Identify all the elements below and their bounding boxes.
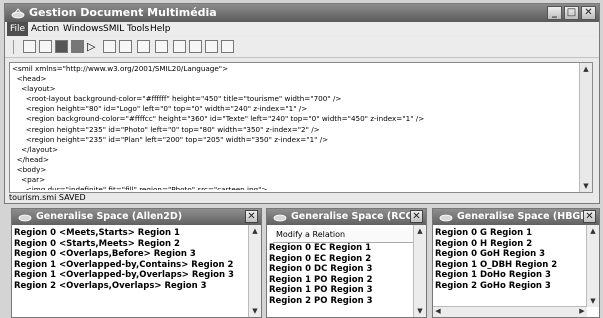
list-item[interactable]: Region 0 DC Region 3 bbox=[269, 264, 412, 275]
list-item[interactable]: Region 1 PO Region 3 bbox=[269, 285, 412, 296]
scroll-left-icon[interactable]: ◀ bbox=[433, 306, 443, 316]
menu-file[interactable]: File bbox=[7, 22, 29, 36]
rcc-panel: Generalise Space (RCC) ✕ Modify a Relati… bbox=[266, 208, 427, 318]
close-button[interactable]: ✕ bbox=[581, 6, 596, 20]
modify-relation-menu[interactable]: Modify a Relation bbox=[273, 228, 416, 243]
list-item[interactable]: Region 1 PO Region 2 bbox=[269, 275, 412, 286]
menu-action[interactable]: Action bbox=[31, 24, 59, 34]
network-icon[interactable] bbox=[137, 40, 150, 53]
app-logo-icon bbox=[273, 214, 287, 222]
scroll-up-icon[interactable]: ▲ bbox=[580, 63, 592, 75]
code-line: <head> bbox=[12, 74, 47, 84]
list-item[interactable]: Region 0 GoH Region 3 bbox=[435, 249, 585, 260]
hbgd-panel-titlebar: Generalise Space (HBGD) ✕ bbox=[433, 209, 599, 225]
rcc-scrollbar[interactable]: ▲ ▼ bbox=[413, 225, 426, 317]
scroll-down-icon[interactable]: ▼ bbox=[249, 305, 261, 317]
play-icon[interactable]: ▷ bbox=[87, 40, 100, 53]
list-item[interactable]: Region 0 <Overlaps,Before> Region 3 bbox=[14, 249, 247, 260]
code-line: </head> bbox=[12, 154, 49, 164]
list-item[interactable]: Region 0 <Starts,Meets> Region 2 bbox=[14, 239, 247, 250]
hbgd-panel-title: Generalise Space (HBGD) bbox=[457, 211, 593, 222]
toolbar: ▷ bbox=[5, 37, 599, 58]
allen2d-panel: Generalise Space (Allen2D) ✕ Region 0 <M… bbox=[11, 208, 262, 318]
list-item[interactable]: Region 0 H Region 2 bbox=[435, 239, 585, 250]
list-item[interactable]: Region 0 EC Region 1 bbox=[269, 243, 412, 254]
menu-smil-tools[interactable]: SMIL Tools bbox=[103, 24, 149, 34]
allen2d-relation-list[interactable]: Region 0 <Meets,Starts> Region 1 Region … bbox=[14, 228, 247, 291]
code-line: <region height="80" id="Logo" left="0" t… bbox=[12, 104, 308, 114]
list-item[interactable]: Region 1 DoHo Region 3 bbox=[435, 270, 585, 281]
new-file-icon[interactable] bbox=[23, 40, 36, 53]
code-line: <body> bbox=[12, 164, 47, 174]
smil-editor[interactable]: <smil xmlns="http://www.w3.org/2001/SMIL… bbox=[9, 62, 593, 193]
scroll-right-icon[interactable]: ▶ bbox=[577, 306, 587, 316]
save-icon[interactable] bbox=[55, 40, 68, 53]
scroll-up-icon[interactable]: ▲ bbox=[587, 225, 599, 237]
minimize-button[interactable]: _ bbox=[547, 6, 562, 20]
scroll-down-icon[interactable]: ▼ bbox=[414, 305, 426, 317]
allen2d-panel-title: Generalise Space (Allen2D) bbox=[36, 211, 183, 222]
layout-icon[interactable] bbox=[103, 40, 116, 53]
close-icon[interactable]: ✕ bbox=[583, 210, 596, 223]
open-folder-icon[interactable] bbox=[39, 40, 52, 53]
editor-scrollbar[interactable]: ▲ ▼ bbox=[579, 63, 592, 192]
save-all-icon[interactable] bbox=[71, 40, 84, 53]
code-lines[interactable]: <smil xmlns="http://www.w3.org/2001/SMIL… bbox=[12, 64, 578, 191]
menu-bar: File Action Windows SMIL Tools Help bbox=[5, 22, 599, 36]
hbgd-relation-list[interactable]: Region 0 G Region 1 Region 0 H Region 2 … bbox=[435, 228, 585, 291]
code-line: <region background-color="#ffffcc" heigh… bbox=[12, 114, 425, 124]
code-line: <region height="235" id="Photo" left="0"… bbox=[12, 124, 320, 134]
close-icon: ✕ bbox=[584, 7, 593, 18]
list-item[interactable]: Region 0 G Region 1 bbox=[435, 228, 585, 239]
scroll-down-icon[interactable]: ▼ bbox=[580, 180, 592, 192]
list-item[interactable]: Region 2 GoHo Region 3 bbox=[435, 281, 585, 292]
title-bar: Gestion Document Multimédia _ □ ✕ bbox=[5, 4, 599, 22]
code-line: <img dur="indefinite" fit="fill" region=… bbox=[12, 185, 268, 191]
scroll-up-icon[interactable]: ▲ bbox=[249, 225, 261, 237]
close-icon[interactable]: ✕ bbox=[410, 210, 423, 223]
scroll-down-icon[interactable]: ▼ bbox=[587, 295, 599, 307]
list-item[interactable]: Region 1 <Overlapped-by,Overlaps> Region… bbox=[14, 270, 247, 281]
hbgd-panel: Generalise Space (HBGD) ✕ Region 0 G Reg… bbox=[432, 208, 600, 318]
status-bar: tourism.smi SAVED bbox=[9, 193, 593, 203]
toolbar-separator bbox=[13, 40, 14, 54]
app-logo-icon bbox=[11, 8, 25, 19]
export-icon[interactable] bbox=[155, 40, 168, 53]
close-icon[interactable]: ✕ bbox=[245, 210, 258, 223]
window-title: Gestion Document Multimédia bbox=[29, 6, 217, 19]
code-line: <smil xmlns="http://www.w3.org/2001/SMIL… bbox=[12, 64, 229, 73]
code-line: <root-layout background-color="#ffffff" … bbox=[12, 94, 342, 104]
nav-forward-icon[interactable] bbox=[189, 40, 202, 53]
list-item[interactable]: Region 0 <Meets,Starts> Region 1 bbox=[14, 228, 247, 239]
hbgd-scrollbar[interactable]: ▲ ▼ bbox=[586, 225, 599, 307]
maximize-button[interactable]: □ bbox=[564, 6, 579, 20]
satellite-icon[interactable] bbox=[119, 40, 132, 53]
rcc-relation-list[interactable]: Region 0 EC Region 1 Region 0 EC Region … bbox=[269, 243, 412, 306]
app-logo-icon bbox=[439, 214, 453, 222]
nav-end-icon[interactable] bbox=[205, 40, 218, 53]
maximize-icon: □ bbox=[566, 7, 577, 18]
menu-help[interactable]: Help bbox=[150, 24, 171, 34]
refresh-icon[interactable] bbox=[221, 40, 234, 53]
scroll-up-icon[interactable]: ▲ bbox=[414, 225, 426, 237]
code-line: <par> bbox=[12, 175, 46, 185]
hbgd-horizontal-scrollbar[interactable]: ◀ ▶ bbox=[433, 306, 587, 317]
list-item[interactable]: Region 1 O_DBH Region 2 bbox=[435, 260, 585, 271]
allen2d-panel-titlebar: Generalise Space (Allen2D) ✕ bbox=[12, 209, 261, 225]
main-window: Gestion Document Multimédia _ □ ✕ File A… bbox=[4, 3, 600, 204]
minimize-icon: _ bbox=[552, 7, 557, 18]
nav-back-icon[interactable] bbox=[173, 40, 186, 53]
list-item[interactable]: Region 0 EC Region 2 bbox=[269, 254, 412, 265]
code-line: </layout> bbox=[12, 144, 59, 154]
rcc-panel-titlebar: Generalise Space (RCC) ✕ bbox=[267, 209, 426, 225]
code-line: <region height="235" id="Plan" left="200… bbox=[12, 134, 329, 144]
allen2d-scrollbar[interactable]: ▲ ▼ bbox=[248, 225, 261, 317]
list-item[interactable]: Region 2 <Overlaps,Overlaps> Region 3 bbox=[14, 281, 247, 292]
app-logo-icon bbox=[18, 214, 32, 222]
code-line: <layout> bbox=[12, 84, 56, 94]
menu-windows[interactable]: Windows bbox=[63, 24, 103, 34]
list-item[interactable]: Region 2 PO Region 3 bbox=[269, 296, 412, 307]
rcc-panel-title: Generalise Space (RCC) bbox=[291, 211, 417, 222]
list-item[interactable]: Region 1 <Overlapped-by,Contains> Region… bbox=[14, 260, 247, 271]
